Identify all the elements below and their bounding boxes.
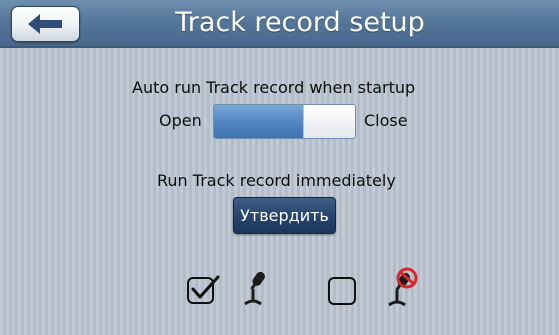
autorun-label: Auto run Track record when startup xyxy=(132,78,416,97)
toggle-close-label: Close xyxy=(364,111,408,130)
back-button[interactable] xyxy=(11,6,80,42)
toggle-open-label: Open xyxy=(159,111,202,130)
voice-off-checkbox[interactable] xyxy=(326,273,360,307)
voice-on-checkbox[interactable] xyxy=(185,272,221,306)
toggle-fill xyxy=(214,105,303,138)
microphone-icon xyxy=(244,271,265,306)
back-arrow-icon xyxy=(28,14,62,34)
autorun-toggle[interactable] xyxy=(213,104,356,139)
header-bar: Track record setup xyxy=(0,0,559,48)
run-now-label: Run Track record immediately xyxy=(157,171,396,190)
page-title: Track record setup xyxy=(175,7,425,38)
microphone-muted-icon xyxy=(388,267,418,307)
screen: Track record setup Auto run Track record… xyxy=(0,0,559,335)
confirm-button[interactable]: Утвердить xyxy=(233,197,336,234)
toggle-knob[interactable] xyxy=(303,105,355,138)
